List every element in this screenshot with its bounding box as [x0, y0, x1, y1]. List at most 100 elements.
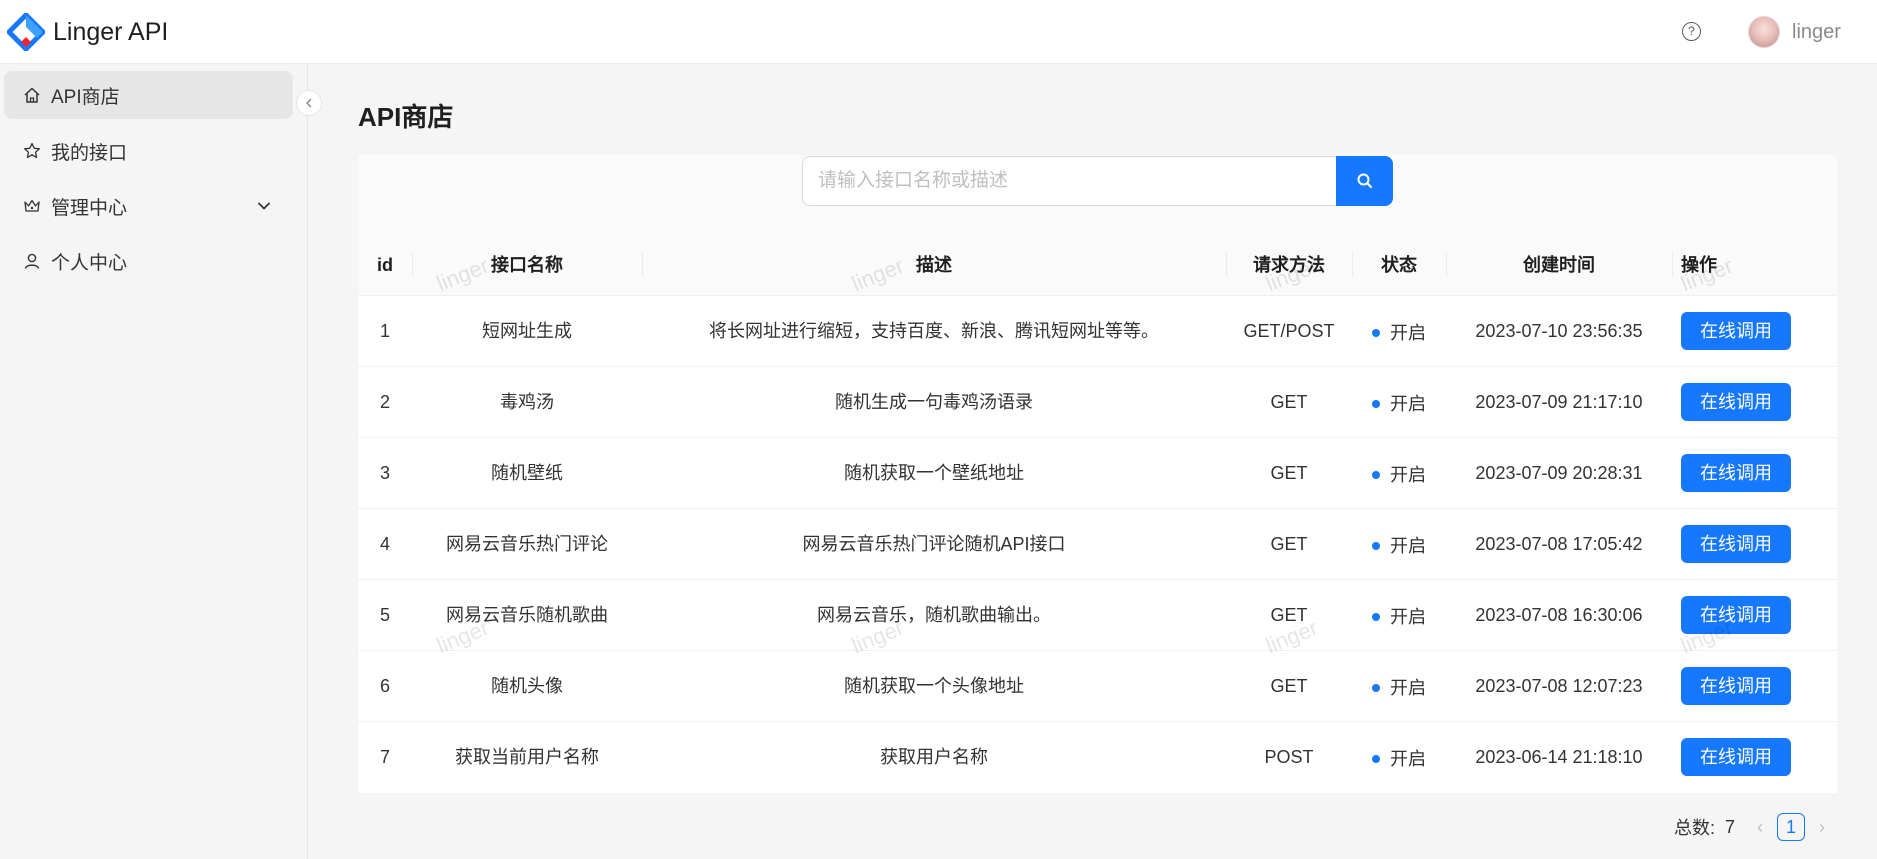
home-icon [21, 84, 43, 106]
page-button-current[interactable]: 1 [1777, 813, 1806, 841]
table-row: 5 网易云音乐随机歌曲 网易云音乐，随机歌曲输出。 GET 开启 2023-07… [358, 580, 1837, 651]
status-badge: 开启 [1390, 394, 1426, 414]
cell-status: 开启 [1352, 651, 1446, 721]
cell-name: 短网址生成 [482, 321, 572, 341]
call-online-button[interactable]: 在线调用 [1681, 454, 1791, 492]
cell-id: 6 [379, 676, 390, 696]
cell-status: 开启 [1352, 580, 1446, 650]
cell-method: GET/POST [1243, 321, 1335, 341]
cell-status: 开启 [1352, 509, 1446, 579]
search-input[interactable] [802, 156, 1340, 206]
status-badge: 开启 [1390, 678, 1426, 698]
sidebar-item-label: 管理中心 [51, 197, 128, 219]
table-row: 1 短网址生成 将长网址进行缩短，支持百度、新浪、腾讯短网址等等。 GET/PO… [358, 296, 1837, 367]
cell-id: 3 [379, 463, 390, 483]
call-online-button[interactable]: 在线调用 [1681, 312, 1791, 350]
cell-created: 2023-07-08 16:30:06 [1475, 605, 1643, 625]
cell-method: GET [1270, 676, 1308, 696]
cell-name: 网易云音乐热门评论 [446, 534, 608, 554]
table-row: 3 随机壁纸 随机获取一个壁纸地址 GET 开启 2023-07-09 20:2… [358, 438, 1837, 509]
cell-created: 2023-07-10 23:56:35 [1475, 321, 1643, 341]
star-icon [21, 140, 43, 162]
next-page-icon[interactable]: › [1811, 817, 1833, 838]
cell-description: 将长网址进行缩短，支持百度、新浪、腾讯短网址等等。 [709, 321, 1159, 341]
call-online-button[interactable]: 在线调用 [1681, 667, 1791, 705]
column-header-id: id [377, 255, 393, 275]
status-dot [1372, 471, 1380, 479]
status-dot [1372, 613, 1380, 621]
cell-description: 网易云音乐热门评论随机API接口 [802, 534, 1066, 554]
cell-name: 毒鸡汤 [500, 392, 554, 412]
cell-status: 开启 [1352, 296, 1446, 366]
cell-status: 开启 [1352, 722, 1446, 792]
status-dot [1372, 684, 1380, 692]
sidebar-item-label: 我的接口 [51, 142, 128, 164]
crown-icon [21, 195, 43, 217]
status-dot [1372, 400, 1380, 408]
cell-name: 随机头像 [491, 676, 563, 696]
table-row: 6 随机头像 随机获取一个头像地址 GET 开启 2023-07-08 12:0… [358, 651, 1837, 722]
sidebar-item-label: 个人中心 [51, 252, 128, 274]
sidebar-item-personal-center[interactable]: 个人中心 [4, 237, 293, 285]
status-badge: 开启 [1390, 323, 1426, 343]
status-dot [1372, 755, 1380, 763]
sidebar-item-my-apis[interactable]: 我的接口 [4, 127, 293, 175]
cell-method: GET [1270, 605, 1308, 625]
sidebar-item-admin-center[interactable]: 管理中心 [4, 182, 293, 230]
cell-description: 网易云音乐，随机歌曲输出。 [817, 605, 1051, 625]
chevron-down-icon [258, 202, 270, 210]
cell-status: 开启 [1352, 367, 1446, 437]
cell-created: 2023-07-08 12:07:23 [1475, 676, 1643, 696]
cell-description: 随机生成一句毒鸡汤语录 [835, 392, 1033, 412]
user-icon [21, 250, 43, 272]
sidebar-item-api-store[interactable]: API商店 [4, 71, 293, 119]
cell-id: 2 [379, 392, 390, 412]
table-row: 4 网易云音乐热门评论 网易云音乐热门评论随机API接口 GET 开启 2023… [358, 509, 1837, 580]
sidebar-collapse-button[interactable] [296, 90, 322, 116]
status-badge: 开启 [1390, 749, 1426, 769]
sidebar: API商店 我的接口 管理中心 个人中心 [0, 64, 308, 859]
avatar [1748, 16, 1780, 48]
cell-method: POST [1264, 747, 1314, 767]
table-header: id 接口名称 描述 请求方法 状态 创建时间 操作 [358, 235, 1837, 296]
cell-id: 7 [379, 747, 390, 767]
column-header-name: 接口名称 [491, 255, 563, 275]
top-header: Linger API ? linger [0, 0, 1877, 64]
page-title: API商店 [358, 102, 454, 132]
column-header-status: 状态 [1381, 255, 1417, 275]
pagination: 总数: 7 ‹ 1 › [1674, 812, 1833, 842]
cell-description: 随机获取一个头像地址 [844, 676, 1024, 696]
cell-name: 网易云音乐随机歌曲 [446, 605, 608, 625]
search-button[interactable] [1336, 156, 1393, 206]
call-online-button[interactable]: 在线调用 [1681, 525, 1791, 563]
cell-created: 2023-06-14 21:18:10 [1475, 747, 1643, 767]
app-title: Linger API [53, 18, 169, 46]
cell-created: 2023-07-09 20:28:31 [1475, 463, 1643, 483]
cell-created: 2023-07-09 21:17:10 [1475, 392, 1643, 412]
status-badge: 开启 [1390, 465, 1426, 485]
chevron-left-icon [306, 98, 312, 108]
cell-description: 随机获取一个壁纸地址 [844, 463, 1024, 483]
user-menu[interactable]: linger [1748, 13, 1841, 51]
status-badge: 开启 [1390, 536, 1426, 556]
prev-page-icon[interactable]: ‹ [1749, 817, 1771, 838]
username: linger [1792, 20, 1841, 43]
cell-description: 获取用户名称 [880, 747, 988, 767]
call-online-button[interactable]: 在线调用 [1681, 596, 1791, 634]
cell-name: 获取当前用户名称 [455, 747, 599, 767]
status-dot [1372, 542, 1380, 550]
cell-name: 随机壁纸 [491, 463, 563, 483]
cell-status: 开启 [1352, 438, 1446, 508]
total-label: 总数: [1674, 818, 1716, 838]
cell-id: 1 [379, 321, 390, 341]
call-online-button[interactable]: 在线调用 [1681, 738, 1791, 776]
cell-method: GET [1270, 534, 1308, 554]
cell-id: 4 [379, 534, 390, 554]
table-row: 7 获取当前用户名称 获取用户名称 POST 开启 2023-06-14 21:… [358, 722, 1837, 793]
column-header-method: 请求方法 [1253, 255, 1325, 275]
cell-method: GET [1270, 463, 1308, 483]
call-online-button[interactable]: 在线调用 [1681, 383, 1791, 421]
api-table: id 接口名称 描述 请求方法 状态 创建时间 操作 1 短网址生成 将长网址进… [358, 235, 1837, 793]
column-header-created: 创建时间 [1523, 255, 1595, 275]
help-question-icon[interactable]: ? [1682, 22, 1701, 41]
